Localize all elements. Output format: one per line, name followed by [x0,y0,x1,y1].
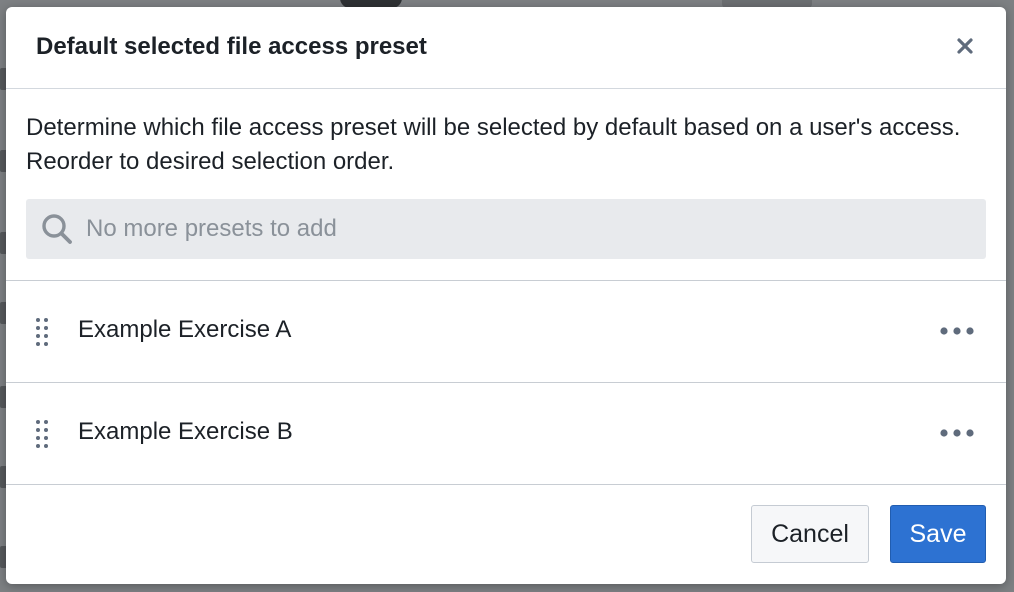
drag-handle-icon[interactable] [34,419,50,449]
close-button[interactable] [950,31,980,61]
preset-label: Example Exercise A [78,316,292,343]
dialog-footer: Cancel Save [6,485,1006,584]
preset-label: Example Exercise B [78,418,293,445]
dialog-description: Determine which file access preset will … [26,114,961,175]
save-button[interactable]: Save [890,505,986,563]
dialog-title: Default selected file access preset [36,33,427,60]
preset-list: Example Exercise A Example Exercise B [6,280,1006,485]
more-horizontal-icon [940,327,974,335]
preset-more-button[interactable] [938,421,976,445]
dialog-header: Default selected file access preset [6,7,1006,89]
more-horizontal-icon [940,429,974,437]
preset-row[interactable]: Example Exercise A [6,281,1006,383]
drag-handle-icon[interactable] [34,317,50,347]
preset-more-button[interactable] [938,319,976,343]
preset-row[interactable]: Example Exercise B [6,383,1006,485]
search-icon [42,214,72,244]
preset-search-input[interactable] [86,199,966,259]
file-access-preset-dialog: Default selected file access preset Dete… [6,7,1006,584]
cancel-button[interactable]: Cancel [751,505,869,563]
close-icon [957,38,973,54]
preset-search-box [26,199,986,259]
